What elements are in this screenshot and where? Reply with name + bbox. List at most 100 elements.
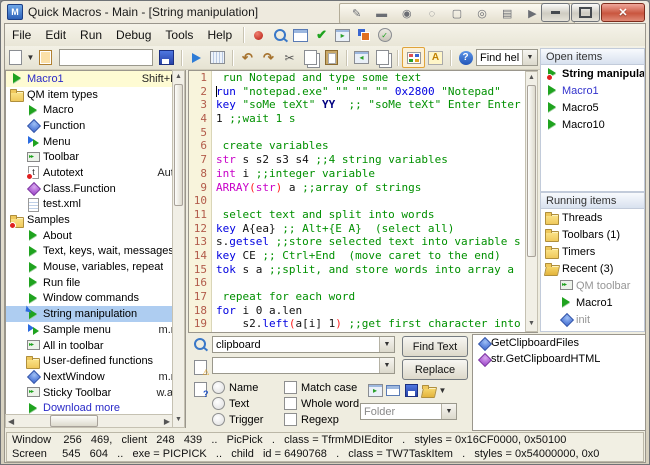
find-in-files-icon[interactable]: ▸ [366,382,384,398]
save-search-icon[interactable] [402,382,420,398]
menu-arrows-icon[interactable]: ▶ [524,6,540,21]
record-keys-icon[interactable] [207,48,228,67]
zoom-window-icon[interactable]: ◎ [474,6,490,21]
quick-input[interactable] [59,49,153,66]
list-item[interactable]: Macro5 [541,99,644,116]
result-item[interactable]: str.GetClipboardHTML [473,351,645,367]
search-results-list[interactable]: GetClipboardFilesstr.GetClipboardHTML [472,334,646,431]
tree-item[interactable]: Function [6,118,185,134]
save-icon[interactable] [156,48,177,67]
tree-item[interactable]: Toolbar [6,149,185,165]
tree-item[interactable]: About [6,228,185,244]
floating-capture-toolbar[interactable]: ✎▬◉◌▢◎▤▶ⓘ [339,3,575,24]
code-line[interactable]: 5 [189,126,537,140]
code-line[interactable]: 19 s2.left(a[i] 1) ;;get first character… [189,317,537,331]
mouse-icon[interactable]: ◉ [399,6,415,21]
tree-horizontal-scrollbar[interactable]: ◀ ▶ [5,414,173,428]
tree-item[interactable]: Class.Function [6,181,185,197]
list-item[interactable]: Macro1 [541,294,644,311]
copy-icon[interactable] [300,48,321,67]
find-help-page-icon[interactable] [190,380,210,402]
tree-item[interactable]: Run file [6,275,185,291]
code-line[interactable]: 6 create variables [189,139,537,153]
tree-item[interactable]: Macro1Shift+F9 [6,71,185,87]
tree-item[interactable]: Menu [6,134,185,150]
code-line[interactable]: 12key A{ea} ;; Alt+{E A} (select all) [189,222,537,236]
more-tools-icon[interactable]: ▼ [438,386,447,395]
chevron-down-icon[interactable]: ▼ [379,337,394,352]
code-line[interactable]: 8int i ;;integer variable [189,167,537,181]
result-item[interactable]: GetClipboardFiles [473,335,645,351]
code-line[interactable]: 11 select text and split into words [189,208,537,222]
tree-item[interactable]: Text, keys, wait, messages [6,244,185,260]
menu-item-run[interactable]: Run [73,26,109,44]
code-line[interactable]: 1 run Notepad and type some text [189,71,537,85]
new-item-icon[interactable] [5,48,26,67]
tree-item[interactable]: Window commands [6,291,185,307]
autotext-toggle-icon[interactable]: A [425,48,446,67]
tree-item[interactable]: NextWindowm.m. [6,369,185,385]
radio-trigger[interactable]: Trigger [212,413,263,426]
tree-vertical-scrollbar[interactable]: ▲ ▼ [172,70,185,428]
find-text-button[interactable]: Find Text [402,336,468,357]
window-capture-icon[interactable]: ▢ [449,6,465,21]
code-line[interactable]: 41 ;;wait 1 s [189,112,537,126]
list-item[interactable]: Macro10 [541,116,644,133]
window-edit-icon[interactable]: ▸ [332,26,353,45]
code-line[interactable]: 14key CE ;; Ctrl+End (move caret to the … [189,249,537,263]
checkbox-whole-word[interactable]: Whole word [284,397,359,410]
code-line[interactable]: 2run "notepad.exe" "" "" "" 0x2800 "Note… [189,85,537,99]
undo-icon[interactable]: ↶ [237,48,258,67]
redo-icon[interactable]: ↷ [258,48,279,67]
chevron-down-icon[interactable]: ▼ [379,358,394,373]
tree-item[interactable]: Samples [6,212,185,228]
minimize-button[interactable] [541,3,570,22]
tree-item[interactable]: Sticky Toolbarw.a. " [6,385,185,401]
find-errors-icon[interactable] [190,358,210,380]
find-help-combo[interactable]: Find hel ▼ [476,49,538,66]
radio-name[interactable]: Name [212,381,258,394]
find-icon[interactable] [269,26,290,45]
code-line[interactable]: 10 [189,194,537,208]
close-button[interactable]: ✕ [601,3,645,22]
run-icon[interactable] [186,48,207,67]
chevron-down-icon[interactable]: ▼ [441,404,456,419]
record-icon[interactable] [248,26,269,45]
pen-tool-icon[interactable]: ✎ [349,6,365,21]
maximize-button[interactable] [571,3,600,22]
tree-item[interactable]: User-defined functions [6,353,185,369]
code-line[interactable]: 15tok s a ;;split, and store words into … [189,263,537,277]
dialog-arrow-icon[interactable]: ◂ [351,48,372,67]
running-items-list[interactable]: ThreadsToolbars (1)TimersRecent (3)QM to… [540,209,645,332]
pages-icon[interactable] [372,48,393,67]
code-editor[interactable]: 1 run Notepad and type some text2run "no… [188,70,538,333]
folder-combo[interactable]: Folder ▼ [360,403,457,420]
code-line[interactable]: 9ARRAY(str) a ;;array of strings [189,181,537,195]
scrollbar-thumb[interactable] [174,84,183,206]
checkbox-match-case[interactable]: Match case [284,381,357,394]
icons-view-toggle-icon[interactable] [402,47,425,68]
code-line[interactable]: 20 s2.ucase ;;make it uppercase [189,331,537,333]
list-item[interactable]: Threads [541,209,644,226]
color-squares-icon[interactable] [353,26,374,45]
cut-icon[interactable]: ✂ [279,48,300,67]
list-item[interactable]: String manipula... [541,65,644,82]
menu-item-debug[interactable]: Debug [109,26,158,44]
scroll-up-icon[interactable]: ▲ [173,71,184,83]
capture-bar-icon[interactable]: ▬ [374,6,390,21]
paste-icon[interactable] [321,48,342,67]
list-item[interactable]: QM toolbar [541,277,644,294]
code-line[interactable]: 7str s s2 s3 s4 ;;4 string variables [189,153,537,167]
checkbox-regexp[interactable]: Regexp [284,413,339,426]
scroll-right-icon[interactable]: ▶ [164,417,172,426]
menu-item-tools[interactable]: Tools [158,26,200,44]
list-item[interactable]: Timers [541,243,644,260]
tree-item[interactable]: Mouse, variables, repeat [6,259,185,275]
menu-item-help[interactable]: Help [200,26,239,44]
code-line[interactable]: 13s.getsel ;;store selected text into va… [189,235,537,249]
tree-item[interactable]: All in toolbar [6,338,185,354]
code-line[interactable]: 18for i 0 a.len [189,304,537,318]
open-items-list[interactable]: String manipula...Macro1Macro5Macro10 [540,65,645,192]
scroll-left-icon[interactable]: ◀ [6,417,14,426]
properties-icon[interactable] [35,48,56,67]
